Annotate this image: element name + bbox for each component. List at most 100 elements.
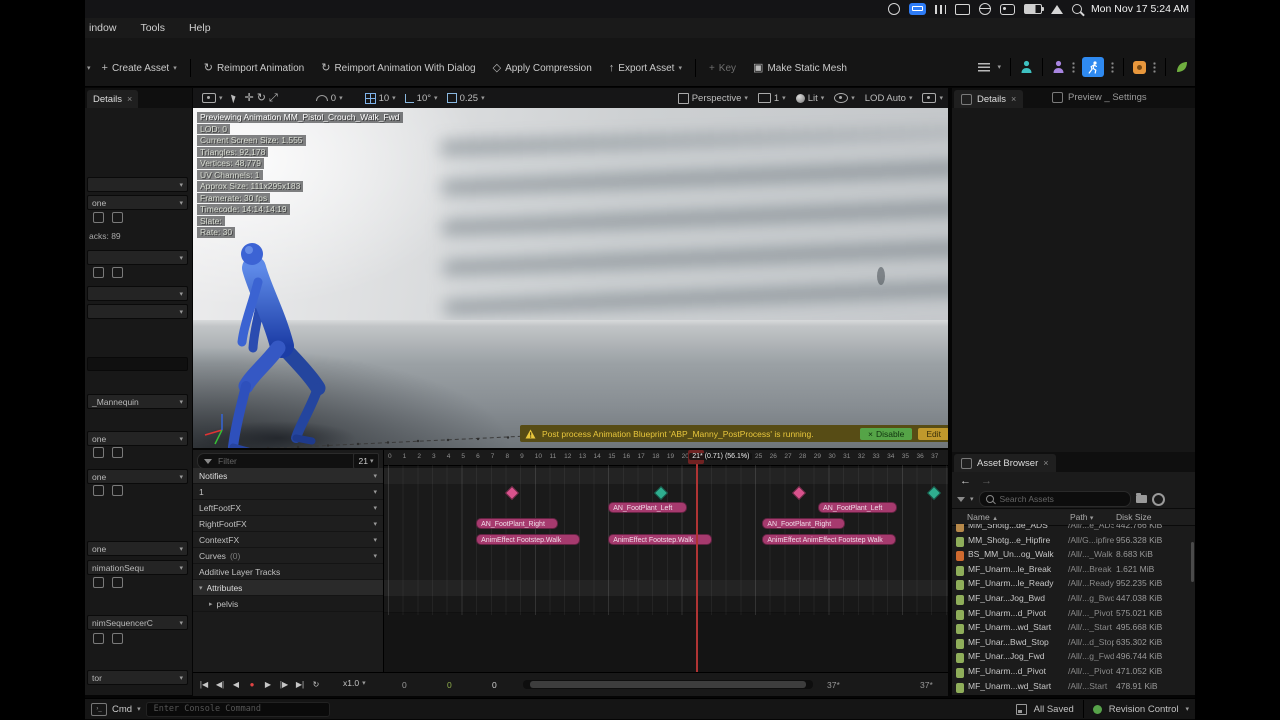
asset-row[interactable]: MM_Shotg...de_ADS/All/...e_ADS 442.766 Ki… [952,524,1195,534]
track-lane-3[interactable] [384,516,948,533]
panel-icon[interactable] [93,447,104,458]
control-center-icon[interactable] [999,3,1015,15]
track-lane-0[interactable] [384,468,948,485]
create-asset-button[interactable]: + Create Asset ▾ [96,60,183,77]
track-lane-5[interactable] [384,548,948,565]
tab-asset-browser[interactable]: Asset Browser × [954,454,1056,472]
left-panel-dropdown[interactable]: _Mannequin ▾ [87,394,188,409]
close-icon[interactable]: × [127,94,132,104]
left-panel-dropdown[interactable]: ▾ [87,304,188,319]
column-path[interactable]: Path ▾ [1070,512,1093,522]
lod-menu[interactable]: LOD Auto ▾ [865,93,913,104]
record-button[interactable]: ● [245,676,259,692]
notify-tag[interactable]: AnimEffect AnimEffect Footstep Walk [762,534,896,545]
preview-mesh-icon[interactable] [1020,60,1033,74]
chevron-down-icon[interactable]: ▾ [373,536,377,544]
track-row-1[interactable]: 1 ▾ [193,484,383,500]
track-row-notifies[interactable]: Notifies ▾ [193,468,383,484]
panel-icon[interactable] [112,212,123,223]
track-filter-input[interactable] [216,455,330,467]
column-name[interactable]: Name ▲ [967,512,998,522]
spotlight-search-icon[interactable] [1071,4,1082,14]
left-panel-dropdown[interactable]: one ▾ [87,195,188,210]
make-static-mesh-button[interactable]: ▣ Make Static Mesh [747,60,853,77]
left-panel-dropdown[interactable]: one ▾ [87,541,188,556]
retarget-button-active[interactable] [1082,57,1104,77]
playback-speed-select[interactable]: x1.0 ▾ [343,678,366,688]
view-layout-menu[interactable]: 1 ▾ [757,93,786,104]
sequence-length-value[interactable]: 37* [920,680,933,690]
asset-row[interactable]: MF_Unar...Jog_Fwd/All/...g_Fwd 496.744 Ki… [952,651,1195,665]
tab-preview-settings[interactable]: Preview _ Settings [1052,92,1147,103]
track-row-pelvis[interactable]: ▸ pelvis [193,596,383,612]
filter-icon[interactable] [957,496,965,502]
rotation-snap-control[interactable]: 10° ▾ [404,93,438,104]
left-panel-dropdown[interactable]: nimSequencerC ▾ [87,615,188,630]
chevron-down-icon[interactable]: ▾ [373,504,377,512]
asset-row[interactable]: BS_MM_Un...og_Walk/All/..._Walk 8.683 KiB [952,549,1195,563]
menu-tools[interactable]: Tools [140,22,165,34]
step-back-button[interactable]: ◀| [213,676,227,692]
menu-window[interactable]: indow [89,22,116,34]
back-button[interactable]: ← [960,475,971,487]
chevron-right-icon[interactable]: ▸ [209,600,213,608]
track-row-rightfootfx[interactable]: RightFootFX ▾ [193,516,383,532]
scale-snap-control[interactable]: 0.25 ▾ [446,93,485,104]
close-icon[interactable]: × [1043,458,1048,468]
gear-icon[interactable] [1151,492,1165,506]
chevron-down-icon[interactable]: ▾ [373,488,377,496]
left-panel-dropdown[interactable]: ▾ [87,250,188,265]
asset-row[interactable]: MF_Unarm...wd_Start/All/..._Start 495.668… [952,622,1195,636]
asset-row[interactable]: MF_Unarm...le_Break/All/...Break 1.621 Mi… [952,564,1195,578]
disable-button[interactable]: × Disable [860,427,913,440]
physics-asset-icon[interactable] [1133,60,1146,74]
more-options-icon[interactable] [1153,61,1156,73]
left-panel-dropdown[interactable]: ▾ [87,177,188,192]
chevron-down-icon[interactable]: ▾ [373,520,377,528]
timeline-scrollbar[interactable] [523,680,813,689]
show-menu[interactable]: ▾ [834,93,855,103]
chevron-down-icon[interactable]: ▾ [199,584,203,592]
character-icon[interactable] [1052,60,1065,74]
step-forward-button[interactable]: |▶ [277,676,291,692]
chevron-down-icon[interactable]: ▾ [87,65,91,72]
transform-tools[interactable]: ✛ ↻ ⤢ [245,92,278,104]
column-disk-size[interactable]: Disk Size [1116,512,1151,522]
reimport-animation-button[interactable]: ↻ Reimport Animation [198,60,310,77]
cmd-select[interactable]: Cmd [112,704,132,715]
lit-mode-menu[interactable]: Lit ▾ [795,93,824,104]
asset-row[interactable]: MF_Unarm...d_Pivot/All/..._Pivot 471.052 … [952,666,1195,680]
notify-tag[interactable]: AN_FootPlant_Left [608,502,688,513]
timeline-scrollbar-thumb[interactable] [530,681,806,688]
save-status-label[interactable]: All Saved [1034,704,1074,715]
asset-row[interactable]: MM_Shotg...e_Hipfire/All/G...ipfire 956.3… [952,535,1195,549]
camera-speed-control[interactable]: 0 ▾ [315,93,343,104]
left-panel-input[interactable] [87,357,188,371]
panel-icon[interactable] [112,577,123,588]
panel-icon[interactable] [112,447,123,458]
grid-snap-control[interactable]: 10 ▾ [364,92,396,104]
track-filter[interactable] [197,453,363,469]
left-panel-dropdown[interactable]: tor ▾ [87,670,188,685]
viewport-scene[interactable]: Previewing Animation MM_Pistol_Crouch_Wa… [193,108,948,448]
close-icon[interactable]: × [1011,94,1016,104]
panel-icon[interactable] [93,212,104,223]
panel-icon[interactable] [112,267,123,278]
notify-tag[interactable]: AN_FootPlant_Right [762,518,845,529]
timeline-area[interactable]: 0123456789101112131415161718192021222324… [384,450,948,672]
apply-compression-button[interactable]: ◇ Apply Compression [487,60,598,77]
main-viewport[interactable]: ▾ ✛ ↻ ⤢ 0 ▾ 10 ▾ 10° ▾ 0.25 ▾ Perspective ▾ 1 ▾ … [193,88,948,448]
notify-tag[interactable]: AN_FootPlant_Left [818,502,898,513]
loop-button[interactable]: ↻ [309,676,323,692]
console-command-input[interactable] [151,703,316,715]
menu-bar-clock[interactable]: Mon Nov 17 5:24 AM [1091,3,1189,15]
select-tool[interactable] [230,93,237,103]
wifi-icon[interactable] [1050,4,1063,14]
folder-icon[interactable] [1135,493,1147,503]
asset-row[interactable]: MF_Unarm...le_Ready/All/...Ready 952.235 … [952,578,1195,592]
menu-help[interactable]: Help [189,22,211,34]
skip-to-end-button[interactable]: ▶| [293,676,307,692]
panel-icon[interactable] [93,577,104,588]
asset-search-box[interactable] [978,491,1131,507]
notify-tag[interactable]: AnimEffect Footstep.Walk [476,534,581,545]
